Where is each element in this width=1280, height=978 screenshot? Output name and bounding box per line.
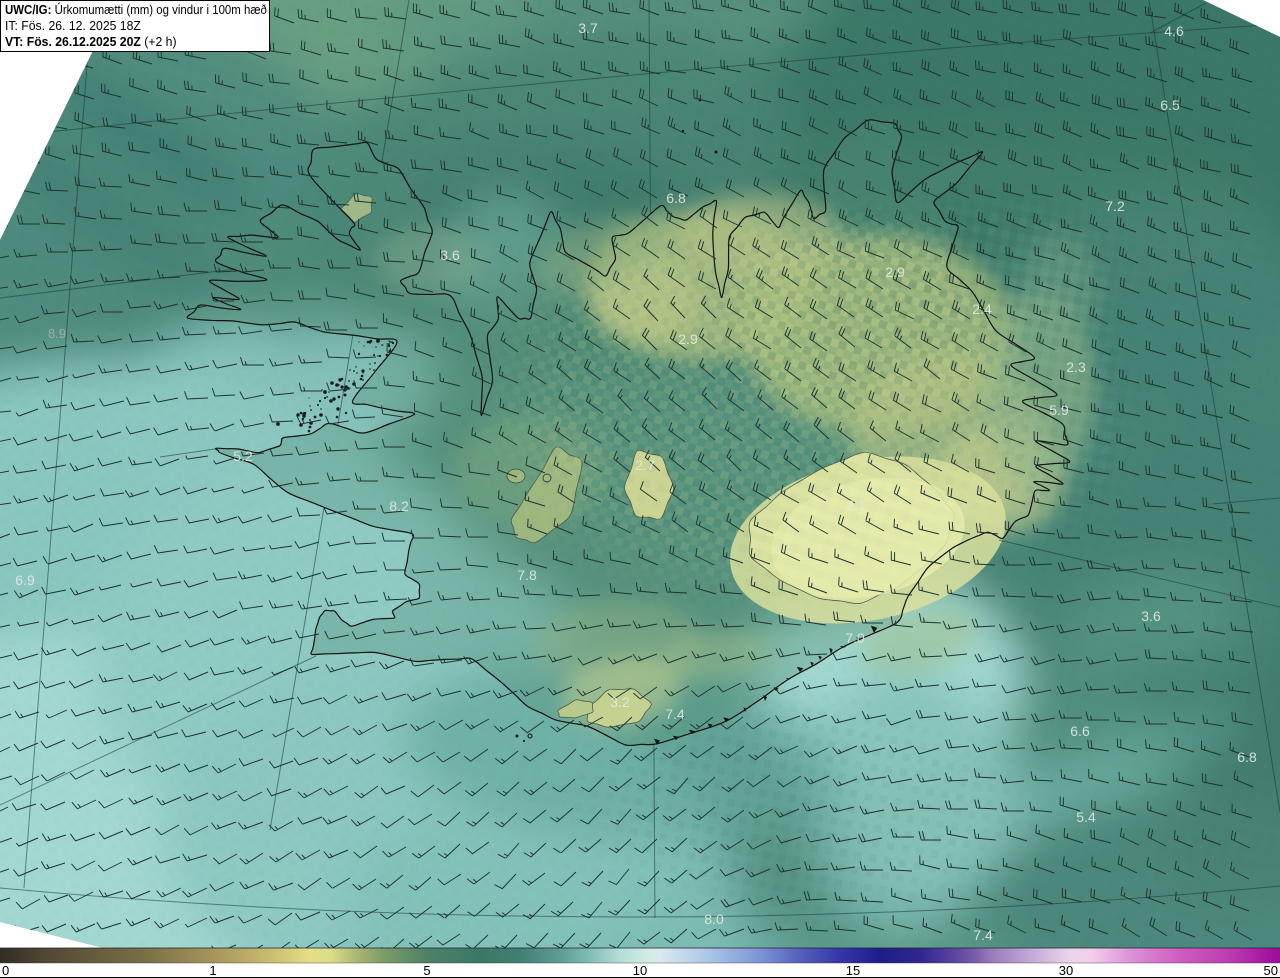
svg-text:3.2: 3.2 [610, 694, 630, 710]
svg-text:2.3: 2.3 [1066, 359, 1086, 375]
svg-text:7.8: 7.8 [517, 567, 537, 583]
svg-text:15: 15 [846, 963, 860, 978]
svg-text:6.5: 6.5 [1160, 97, 1180, 113]
svg-text:7.4: 7.4 [665, 706, 685, 722]
svg-text:3.6: 3.6 [1141, 608, 1161, 624]
svg-text:5.4: 5.4 [1076, 809, 1096, 825]
svg-text:30: 30 [1059, 963, 1073, 978]
svg-text:50: 50 [1264, 963, 1278, 978]
svg-text:2.4: 2.4 [972, 301, 992, 317]
svg-text:8.2: 8.2 [389, 498, 409, 514]
svg-text:6.9: 6.9 [15, 572, 35, 588]
svg-text:7.4: 7.4 [973, 927, 993, 943]
svg-text:8.0: 8.0 [704, 911, 724, 927]
svg-text:0: 0 [2, 963, 9, 978]
svg-text:5.9: 5.9 [1049, 402, 1069, 418]
svg-text:2.1: 2.1 [846, 497, 866, 513]
svg-text:7.0: 7.0 [845, 630, 865, 646]
svg-text:1: 1 [209, 963, 216, 978]
svg-text:2.7: 2.7 [635, 457, 655, 473]
svg-text:6.8: 6.8 [1237, 749, 1257, 765]
svg-text:7.2: 7.2 [1105, 198, 1125, 214]
svg-text:8.9: 8.9 [48, 326, 66, 341]
svg-text:5: 5 [423, 963, 430, 978]
svg-text:5.2: 5.2 [233, 448, 253, 464]
svg-text:2.9: 2.9 [885, 264, 905, 280]
svg-text:3.6: 3.6 [440, 247, 460, 263]
svg-text:10: 10 [633, 963, 647, 978]
svg-text:3.7: 3.7 [578, 20, 598, 36]
svg-text:6.8: 6.8 [666, 190, 686, 206]
svg-text:2.9: 2.9 [678, 331, 698, 347]
svg-text:4.6: 4.6 [1164, 23, 1184, 39]
svg-text:6.6: 6.6 [1070, 723, 1090, 739]
